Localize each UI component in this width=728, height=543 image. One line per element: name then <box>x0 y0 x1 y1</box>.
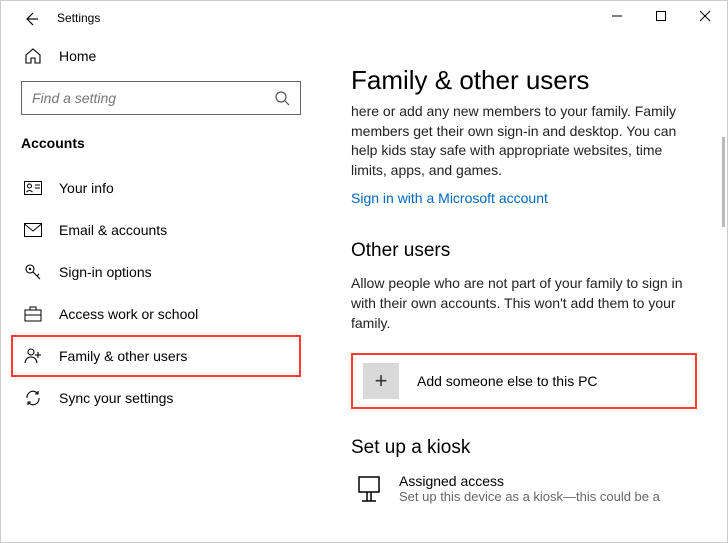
search-icon <box>274 90 290 106</box>
nav-home-label: Home <box>59 48 96 64</box>
nav-home[interactable]: Home <box>21 37 301 75</box>
sidebar-item-signin[interactable]: Sign-in options <box>21 251 301 293</box>
minimize-button[interactable] <box>595 1 639 31</box>
maximize-button[interactable] <box>639 1 683 31</box>
badge-icon <box>21 181 45 195</box>
key-icon <box>21 263 45 281</box>
sidebar-item-work[interactable]: Access work or school <box>21 293 301 335</box>
main-content: Family & other users here or add any new… <box>321 37 727 542</box>
scrollbar[interactable] <box>722 137 725 227</box>
add-someone-button[interactable]: + Add someone else to this PC <box>351 353 697 409</box>
sidebar-item-label: Family & other users <box>59 348 187 364</box>
people-icon <box>21 347 45 365</box>
sidebar-item-label: Email & accounts <box>59 222 167 238</box>
close-button[interactable] <box>683 1 727 31</box>
sidebar-section-header: Accounts <box>21 135 301 151</box>
sidebar-item-family[interactable]: Family & other users <box>11 335 301 377</box>
page-title: Family & other users <box>351 65 697 96</box>
assigned-access-subtitle: Set up this device as a kiosk—this could… <box>399 489 660 504</box>
other-users-description: Allow people who are not part of your fa… <box>351 274 697 333</box>
home-icon <box>21 47 45 65</box>
assigned-access-title: Assigned access <box>399 473 660 489</box>
plus-icon: + <box>363 363 399 399</box>
sidebar-item-email[interactable]: Email & accounts <box>21 209 301 251</box>
sidebar-item-label: Sync your settings <box>59 390 173 406</box>
kiosk-title: Set up a kiosk <box>351 437 697 459</box>
mail-icon <box>21 223 45 237</box>
kiosk-icon <box>351 473 387 505</box>
search-input[interactable] <box>21 81 301 115</box>
sidebar-item-label: Your info <box>59 180 114 196</box>
add-someone-label: Add someone else to this PC <box>417 373 598 389</box>
assigned-access-item[interactable]: Assigned access Set up this device as a … <box>351 473 697 505</box>
sidebar-item-label: Sign-in options <box>59 264 152 280</box>
sidebar: Home Accounts Your info Email & accounts <box>1 37 321 542</box>
back-button[interactable] <box>15 3 47 35</box>
signin-link[interactable]: Sign in with a Microsoft account <box>351 190 548 206</box>
window-title: Settings <box>47 1 100 25</box>
sidebar-item-label: Access work or school <box>59 306 198 322</box>
family-description: here or add any new members to your fami… <box>351 102 697 180</box>
other-users-title: Other users <box>351 240 697 262</box>
briefcase-icon <box>21 306 45 322</box>
sidebar-item-sync[interactable]: Sync your settings <box>21 377 301 419</box>
sync-icon <box>21 389 45 407</box>
search-field[interactable] <box>32 90 274 106</box>
sidebar-item-your-info[interactable]: Your info <box>21 167 301 209</box>
